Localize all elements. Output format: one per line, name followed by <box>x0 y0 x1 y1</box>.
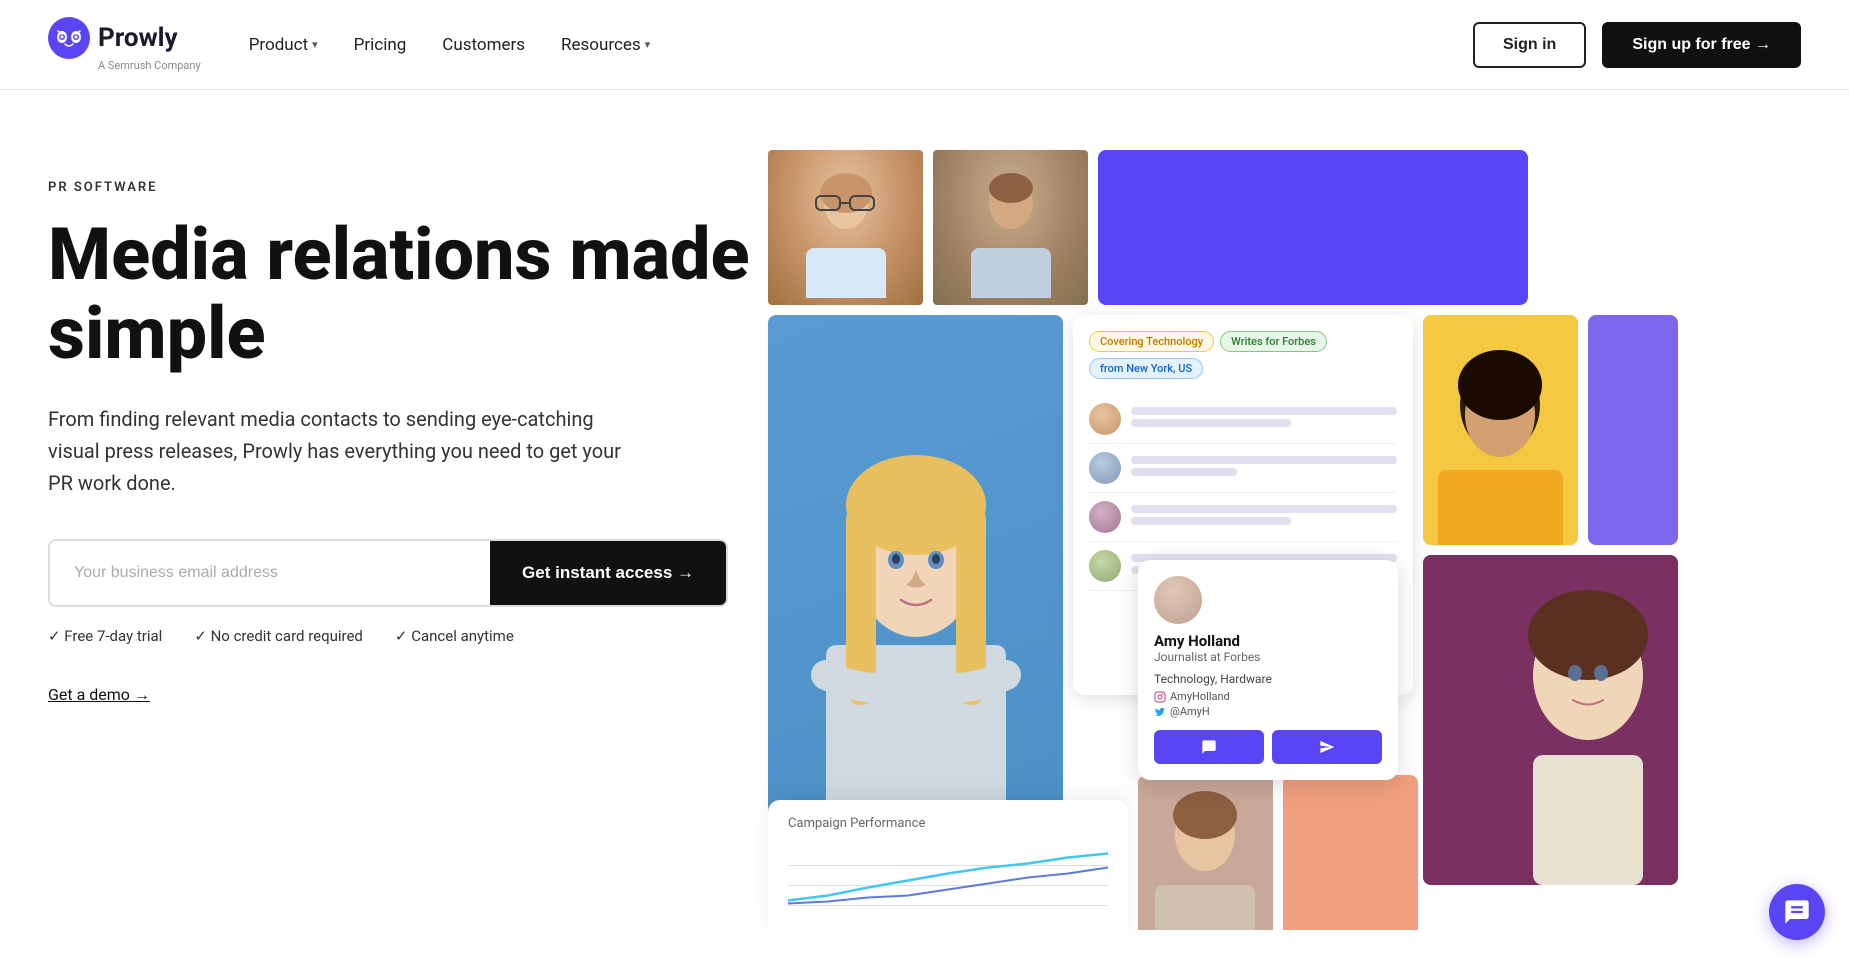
message-icon <box>1201 739 1217 755</box>
contact-lines-2 <box>1131 456 1397 480</box>
twitter-icon <box>1154 706 1166 718</box>
bottom-person-svg <box>1138 775 1273 930</box>
campaign-chart <box>788 843 1108 913</box>
collage-yellow-woman <box>1423 315 1578 545</box>
amy-title: Journalist at Forbes <box>1154 650 1382 664</box>
contact-line-name <box>1131 407 1397 415</box>
contact-line-name2 <box>1131 456 1397 464</box>
contact-avatar-3 <box>1089 501 1121 533</box>
signin-button[interactable]: Sign in <box>1473 22 1586 68</box>
logo-icon <box>48 17 90 59</box>
campaign-card: Campaign Performance <box>768 800 1128 930</box>
amy-card: Amy Holland Journalist at Forbes Technol… <box>1138 560 1398 780</box>
nav-product[interactable]: Product ▾ <box>249 35 318 55</box>
email-input[interactable] <box>50 541 490 605</box>
perk-no-card: ✓ No credit card required <box>194 627 363 645</box>
chat-bubble[interactable] <box>1769 884 1825 930</box>
hero-collage: Covering Technology Writes for Forbes fr… <box>748 150 1801 930</box>
send-icon <box>1319 739 1335 755</box>
amy-social: AmyHolland @AmyH <box>1154 690 1382 718</box>
collage-bottom-right <box>1283 775 1418 930</box>
perk-cancel: ✓ Cancel anytime <box>395 627 514 645</box>
contact-line-detail <box>1131 419 1291 427</box>
perk-trial: ✓ Free 7-day trial <box>48 627 162 645</box>
tag-forbes: Writes for Forbes <box>1220 331 1327 352</box>
contact-line-detail2 <box>1131 468 1237 476</box>
campaign-title: Campaign Performance <box>788 816 1108 831</box>
contact-item-3 <box>1089 493 1397 542</box>
logo-tagline: A Semrush Company <box>98 59 201 72</box>
nav-customers[interactable]: Customers <box>442 35 525 55</box>
collage-bottom-person <box>1138 775 1273 930</box>
signup-button[interactable]: Sign up for free → <box>1602 22 1801 68</box>
hero-left: PR SOFTWARE Media relations made simple … <box>48 150 768 705</box>
amy-instagram: AmyHolland <box>1154 690 1382 703</box>
logo[interactable]: Prowly A Semrush Company <box>48 17 201 72</box>
person2-svg <box>961 158 1061 298</box>
contact-lines-1 <box>1131 407 1397 431</box>
collage-purple-banner <box>1098 150 1528 305</box>
amy-avatar <box>1154 576 1202 624</box>
contact-item-2 <box>1089 444 1397 493</box>
hero-perks: ✓ Free 7-day trial ✓ No credit card requ… <box>48 627 768 645</box>
collage-brunette-woman <box>1423 555 1678 885</box>
email-form: Get instant access → <box>48 539 728 607</box>
amy-actions <box>1154 730 1382 764</box>
logo-name: Prowly <box>98 23 178 53</box>
hero-title: Media relations made simple <box>48 215 768 373</box>
contact-line-name3 <box>1131 505 1397 513</box>
yellow-woman-svg <box>1423 315 1578 545</box>
collage-purple-right <box>1588 315 1678 545</box>
tag-technology: Covering Technology <box>1089 331 1214 352</box>
collage-person-1 <box>768 150 923 305</box>
product-chevron-icon: ▾ <box>312 38 318 51</box>
contact-tags: Covering Technology Writes for Forbes fr… <box>1089 331 1397 379</box>
chat-icon <box>1783 898 1811 926</box>
contact-line-detail3 <box>1131 517 1291 525</box>
amy-send-btn[interactable] <box>1272 730 1382 764</box>
hero-eyebrow: PR SOFTWARE <box>48 180 768 195</box>
hero-section: PR SOFTWARE Media relations made simple … <box>0 90 1849 930</box>
instagram-icon <box>1154 691 1166 703</box>
collage-person-2 <box>933 150 1088 305</box>
contact-avatar-1 <box>1089 403 1121 435</box>
navbar: Prowly A Semrush Company Product ▾ Prici… <box>0 0 1849 90</box>
nav-actions: Sign in Sign up for free → <box>1473 22 1801 68</box>
resources-chevron-icon: ▾ <box>645 38 651 51</box>
amy-name: Amy Holland <box>1154 632 1382 650</box>
brunette-woman-svg <box>1423 555 1678 885</box>
contact-lines-3 <box>1131 505 1397 529</box>
person1-svg <box>796 158 896 298</box>
hero-description: From finding relevant media contacts to … <box>48 403 648 499</box>
contact-item-1 <box>1089 395 1397 444</box>
get-access-button[interactable]: Get instant access → <box>490 541 726 605</box>
nav-resources[interactable]: Resources ▾ <box>561 35 650 55</box>
demo-link[interactable]: Get a demo → <box>48 685 150 705</box>
tag-newyork: from New York, US <box>1089 358 1203 379</box>
amy-message-btn[interactable] <box>1154 730 1264 764</box>
amy-field: Technology, Hardware <box>1154 672 1382 686</box>
contact-avatar-4 <box>1089 550 1121 582</box>
contact-avatar-2 <box>1089 452 1121 484</box>
nav-links: Product ▾ Pricing Customers Resources ▾ <box>249 35 1473 55</box>
amy-twitter: @AmyH <box>1154 705 1382 718</box>
nav-pricing[interactable]: Pricing <box>354 35 407 55</box>
